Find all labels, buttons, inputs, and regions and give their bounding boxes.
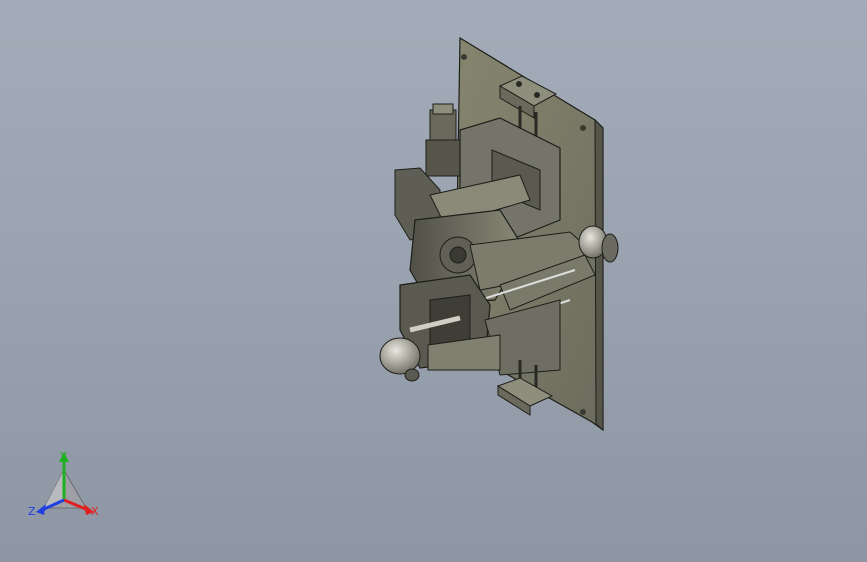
y-axis-label: Y [59, 450, 67, 463]
z-axis-label: Z [28, 505, 36, 518]
coordinate-triad: Y X Z [28, 450, 99, 518]
graphics-viewport[interactable]: Y X Z [0, 0, 867, 562]
cylinder-motor[interactable] [425, 103, 461, 177]
x-axis-label: X [91, 505, 99, 518]
cad-assembly-model[interactable] [0, 0, 867, 562]
